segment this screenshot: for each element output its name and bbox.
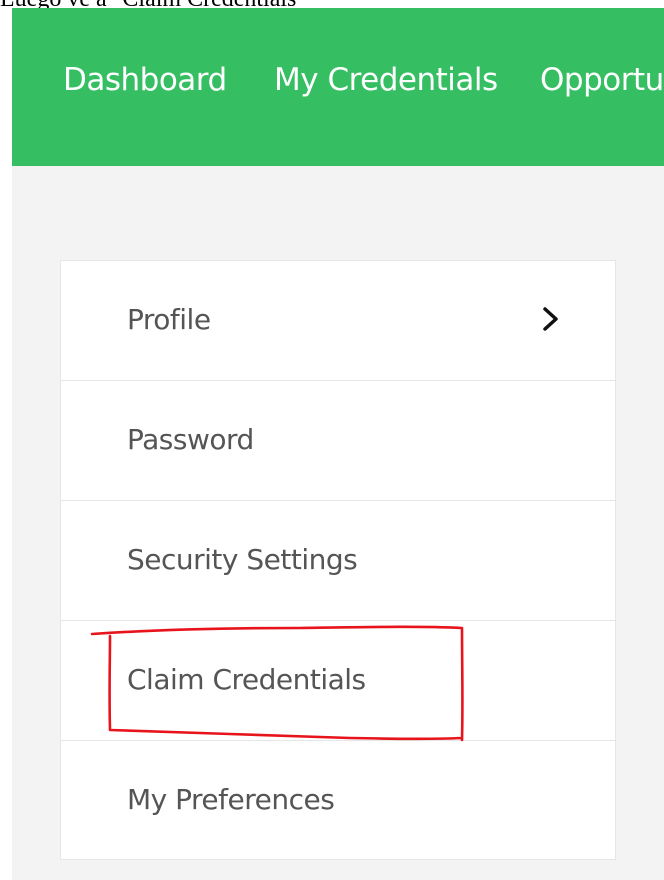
menu-item-label: Profile	[127, 303, 211, 336]
menu-item-my-preferences[interactable]: My Preferences	[61, 741, 615, 861]
nav-link-my-credentials[interactable]: My Credentials	[274, 62, 498, 98]
menu-item-label: Claim Credentials	[127, 663, 366, 696]
top-navigation-bar: Dashboard My Credentials Opportu	[12, 8, 664, 166]
menu-item-claim-credentials[interactable]: Claim Credentials	[61, 621, 615, 741]
content-area: Profile Password Security Settings Claim…	[12, 166, 664, 880]
nav-link-opportunities[interactable]: Opportu	[540, 62, 664, 98]
menu-item-security-settings[interactable]: Security Settings	[61, 501, 615, 621]
chevron-right-icon	[543, 307, 558, 331]
menu-item-password[interactable]: Password	[61, 381, 615, 501]
nav-link-dashboard[interactable]: Dashboard	[63, 62, 227, 98]
settings-menu: Profile Password Security Settings Claim…	[60, 260, 616, 860]
menu-item-profile[interactable]: Profile	[61, 261, 615, 381]
menu-item-label: My Preferences	[127, 783, 335, 816]
menu-item-label: Security Settings	[127, 543, 358, 576]
menu-item-label: Password	[127, 423, 254, 456]
